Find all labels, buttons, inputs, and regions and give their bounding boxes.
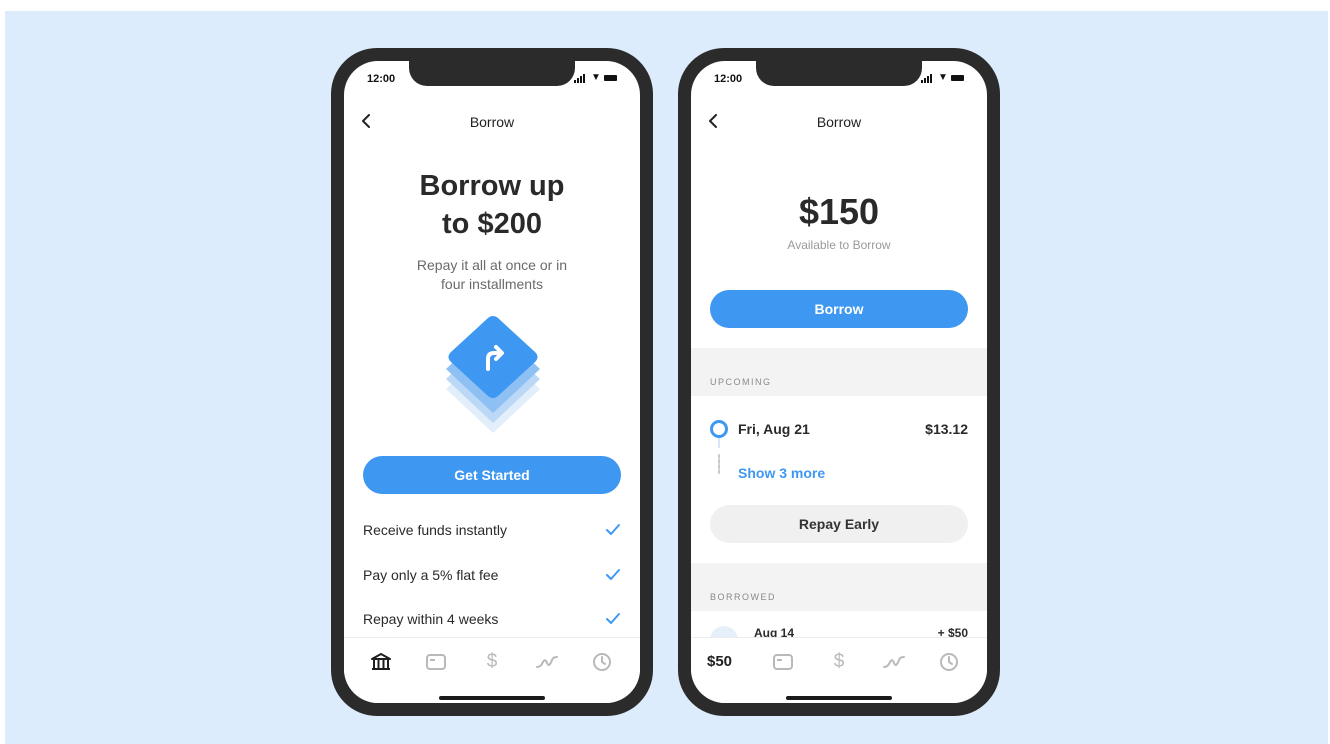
- clock-icon[interactable]: [590, 652, 614, 672]
- timeline-dot: [710, 420, 728, 438]
- available-caption: Available to Borrow: [787, 238, 891, 252]
- feature-item: Repay within 4 weeks: [363, 611, 621, 631]
- hero-subtitle: Repay it all at once or in four installm…: [344, 256, 640, 294]
- page-title: Borrow: [816, 114, 862, 130]
- notch: [756, 61, 922, 86]
- phone-right: 12:00 ▼ Borrow $150 Available to Borrow …: [678, 48, 1000, 716]
- hero-subtitle-line-1: Repay it all at once or in: [416, 257, 568, 273]
- wifi-icon: ▼: [591, 72, 601, 83]
- signal-icon: [574, 74, 586, 83]
- dollar-icon[interactable]: $: [480, 651, 504, 672]
- card-icon[interactable]: [424, 652, 448, 672]
- activity-icon[interactable]: [882, 652, 906, 672]
- timeline-line: [718, 438, 720, 448]
- section-label: BORROWED: [710, 592, 776, 602]
- get-started-button[interactable]: Get Started: [363, 456, 621, 494]
- background: [5, 11, 1328, 744]
- home-indicator[interactable]: [786, 696, 892, 700]
- hero-title: Borrow up to $200: [344, 167, 640, 243]
- upcoming-amount: $13.12: [925, 421, 968, 437]
- tab-bar: $: [344, 637, 640, 703]
- signal-icon: [921, 74, 933, 83]
- section-header-upcoming: UPCOMING: [691, 348, 987, 396]
- borrow-button[interactable]: Borrow: [710, 290, 968, 328]
- tab-bar: $50 $: [691, 637, 987, 703]
- upcoming-date: Fri, Aug 21: [738, 421, 810, 437]
- feature-item: Receive funds instantly: [363, 522, 621, 542]
- screen-borrow-active: 12:00 ▼ Borrow $150 Available to Borrow …: [691, 61, 987, 703]
- card-icon[interactable]: [771, 652, 795, 672]
- hero-title-line-2: to $200: [442, 208, 542, 240]
- wifi-icon: ▼: [938, 72, 948, 83]
- phone-left: 12:00 ▼ Borrow Borrow up to $200 Repay i…: [331, 48, 653, 716]
- section-header-borrowed: BORROWED: [691, 563, 987, 611]
- notch: [409, 61, 575, 86]
- status-icons: ▼: [574, 72, 624, 84]
- check-icon: [606, 613, 620, 624]
- check-icon: [606, 569, 620, 580]
- borrow-arrow-icon: [446, 316, 540, 433]
- bank-icon[interactable]: [369, 652, 393, 672]
- activity-icon[interactable]: [535, 652, 559, 672]
- feature-label: Receive funds instantly: [363, 522, 507, 538]
- status-icons: ▼: [921, 72, 971, 84]
- tab-balance[interactable]: $50: [707, 653, 732, 670]
- feature-label: Repay within 4 weeks: [363, 611, 499, 627]
- dollar-icon[interactable]: $: [827, 651, 851, 672]
- section-label: UPCOMING: [710, 377, 772, 387]
- feature-label: Pay only a 5% flat fee: [363, 567, 499, 583]
- available-amount: $150: [798, 191, 880, 232]
- battery-icon: [951, 75, 964, 81]
- screen-borrow-intro: 12:00 ▼ Borrow Borrow up to $200 Repay i…: [344, 61, 640, 703]
- status-time: 12:00: [367, 73, 396, 85]
- timeline-dots: [718, 454, 720, 474]
- feature-item: Pay only a 5% flat fee: [363, 567, 621, 587]
- hero-subtitle-line-2: four installments: [441, 276, 543, 292]
- hero-title-line-1: Borrow up: [419, 170, 565, 202]
- status-time: 12:00: [714, 73, 743, 85]
- battery-icon: [604, 75, 617, 81]
- page-title: Borrow: [469, 114, 515, 130]
- check-icon: [606, 524, 620, 535]
- home-indicator[interactable]: [439, 696, 545, 700]
- clock-icon[interactable]: [937, 652, 961, 672]
- repay-early-button[interactable]: Repay Early: [710, 505, 968, 543]
- show-more-link[interactable]: Show 3 more: [738, 465, 825, 481]
